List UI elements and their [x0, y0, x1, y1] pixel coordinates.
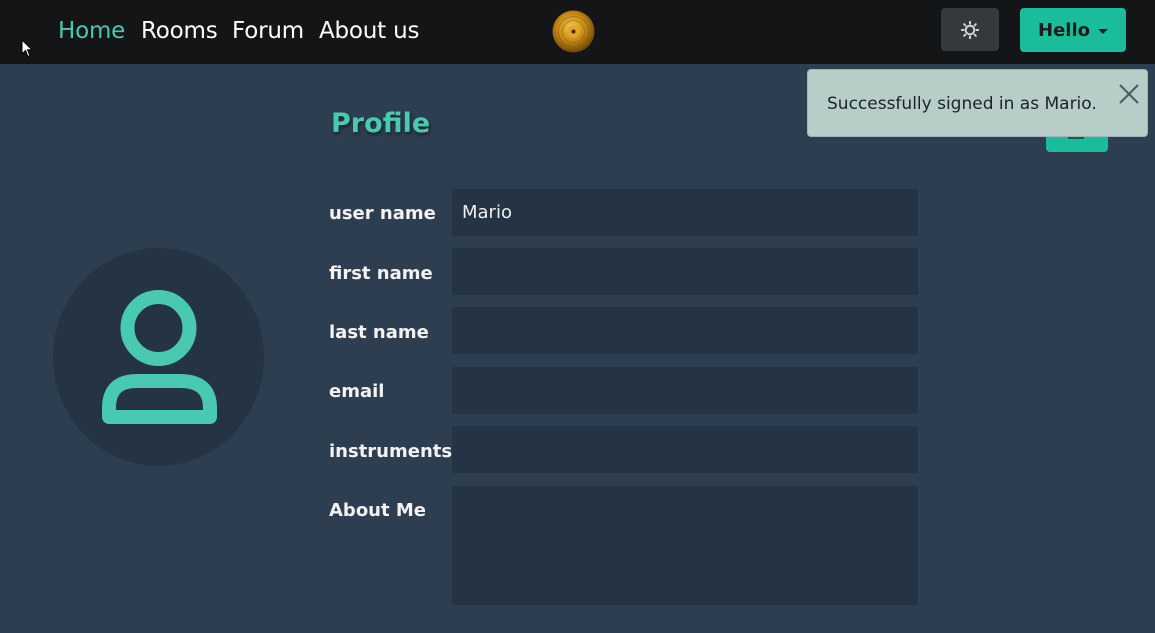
user-menu-label: Hello [1038, 19, 1090, 41]
label-first-name: first name [329, 263, 433, 284]
toast-message: Successfully signed in as Mario. [827, 94, 1097, 114]
label-last-name: last name [329, 322, 429, 343]
close-icon[interactable] [1118, 83, 1140, 105]
user-icon [102, 290, 217, 424]
signin-toast: Successfully signed in as Mario. [807, 69, 1148, 137]
nav-link-about-us[interactable]: About us [319, 16, 419, 46]
nav-link-forum[interactable]: Forum [232, 16, 304, 46]
mouse-cursor-icon [21, 39, 34, 58]
caret-down-icon [1097, 28, 1108, 34]
navbar: Home Rooms Forum About us Hello [0, 0, 1155, 64]
email-field[interactable] [452, 367, 918, 414]
avatar [53, 248, 264, 466]
label-user-name: user name [329, 203, 436, 224]
label-email: email [329, 381, 385, 402]
nav-link-rooms[interactable]: Rooms [141, 16, 218, 46]
about-me-textarea[interactable] [452, 486, 918, 605]
vinyl-record-icon[interactable] [552, 10, 595, 53]
profile-title: Profile [331, 108, 431, 139]
user-name-field[interactable]: Mario [452, 189, 918, 236]
label-instruments: instruments [329, 441, 453, 462]
label-about-me: About Me [329, 500, 426, 521]
instruments-field[interactable] [452, 426, 918, 473]
first-name-field[interactable] [452, 248, 918, 295]
theme-toggle-button[interactable] [941, 8, 999, 51]
nav-link-home[interactable]: Home [58, 16, 125, 46]
last-name-field[interactable] [452, 307, 918, 354]
user-menu-button[interactable]: Hello [1020, 8, 1126, 52]
sun-icon [961, 20, 979, 39]
